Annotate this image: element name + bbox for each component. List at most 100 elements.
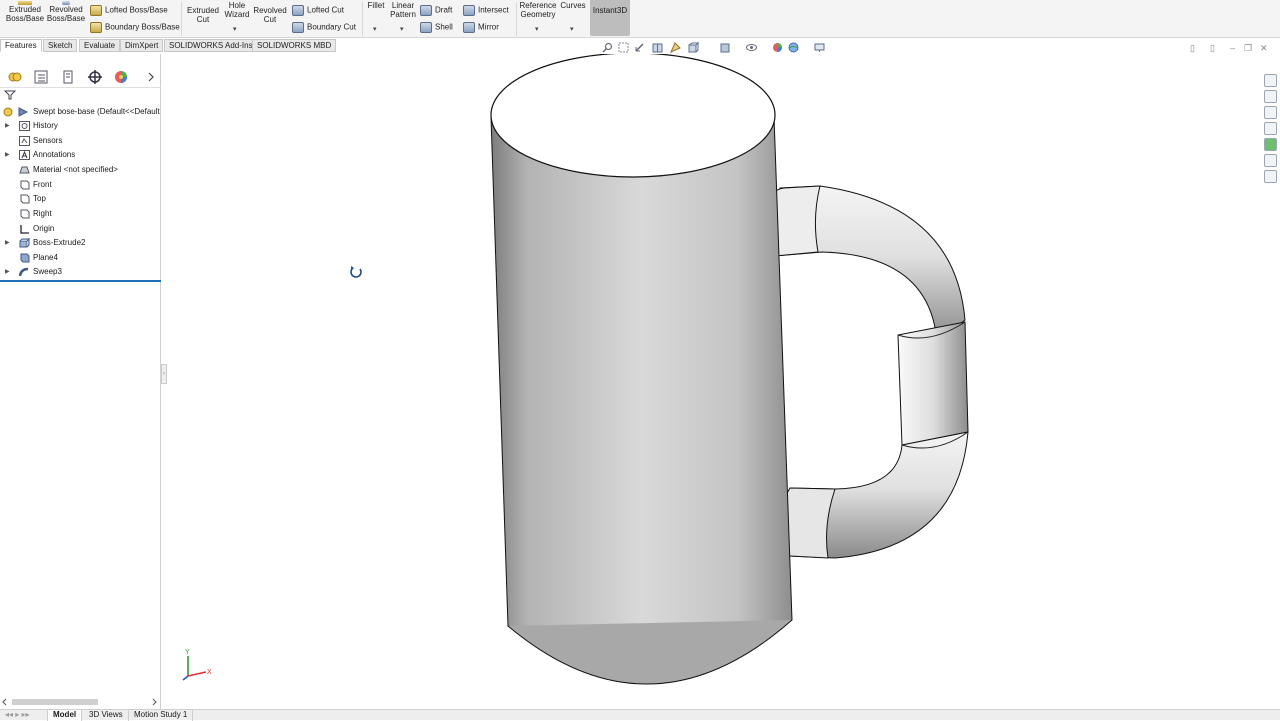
extruded-boss-button[interactable]: Extruded Boss/Base <box>4 1 46 23</box>
property-manager-icon[interactable] <box>33 69 49 85</box>
tab-sketch[interactable]: Sketch <box>43 39 78 52</box>
fillet-button[interactable]: Fillet <box>365 1 387 10</box>
intersect-button[interactable]: Intersect <box>463 5 509 16</box>
graphics-area[interactable] <box>162 54 1262 709</box>
curves-button[interactable]: Curves <box>559 1 587 10</box>
expand-arrow-icon[interactable]: ▶ <box>5 148 10 162</box>
curves-label: Curves <box>560 1 586 10</box>
view-orientation-icon[interactable] <box>688 42 699 53</box>
boundary-cut-icon <box>292 22 304 33</box>
revolved-boss-button[interactable]: Revolved Boss/Base <box>46 1 86 23</box>
tab-motion-study[interactable]: Motion Study 1 <box>129 710 194 721</box>
tab-scroll-arrows-icon[interactable]: ◂◂ ▸ ▸▸ <box>0 710 48 721</box>
tile-right-icon[interactable]: ▯ <box>1210 43 1215 54</box>
filter-icon[interactable] <box>4 90 16 100</box>
lofted-cut-button[interactable]: Lofted Cut <box>292 5 344 16</box>
tab-evaluate[interactable]: Evaluate <box>79 39 121 52</box>
display-manager-icon[interactable] <box>113 69 129 85</box>
hole-wizard-button[interactable]: Hole Wizard <box>221 1 253 19</box>
tab-model[interactable]: Model <box>48 710 83 721</box>
boundary-boss-icon <box>90 22 102 33</box>
reference-triad: Y X <box>182 649 212 681</box>
appearances-icon[interactable] <box>1264 138 1277 151</box>
tab-features[interactable]: Features <box>0 39 42 52</box>
tree-item-boss-extrude2[interactable]: ▶ Boss-Extrude2 <box>0 236 161 250</box>
tile-left-icon[interactable]: ▯ <box>1190 43 1195 54</box>
rollback-bar[interactable] <box>0 280 161 282</box>
mirror-button[interactable]: Mirror <box>463 22 499 33</box>
previous-view-icon[interactable] <box>634 42 645 53</box>
revolved-boss-label: Revolved Boss/Base <box>46 5 86 23</box>
lofted-boss-button[interactable]: Lofted Boss/Base <box>90 5 168 16</box>
file-explorer-icon[interactable] <box>1264 106 1277 119</box>
linear-pattern-dropdown-icon[interactable]: ▾ <box>400 25 404 33</box>
bottom-tab-bar: ◂◂ ▸ ▸▸ Model 3D Views Motion Study 1 <box>0 709 1280 721</box>
forum-icon[interactable] <box>1264 170 1277 183</box>
3d-parts-icon[interactable] <box>1264 90 1277 103</box>
tree-item-plane4[interactable]: Plane4 <box>0 251 161 265</box>
history-icon <box>19 121 30 131</box>
boss-extrude-icon <box>19 238 30 248</box>
task-pane-tabs <box>1262 70 1280 190</box>
view-settings-icon[interactable] <box>814 42 825 53</box>
expand-arrow-icon[interactable]: ▶ <box>5 236 10 250</box>
chevron-right-icon[interactable] <box>146 69 156 85</box>
boundary-boss-label: Boundary Boss/Base <box>105 22 180 32</box>
draft-button[interactable]: Draft <box>420 5 452 16</box>
plane-icon <box>20 209 30 219</box>
tree-item-sensors[interactable]: Sensors <box>0 134 161 148</box>
mug-handle[interactable] <box>764 185 969 559</box>
tab-3d-views[interactable]: 3D Views <box>84 710 129 721</box>
tree-item-history[interactable]: ▶ History <box>0 119 161 133</box>
instant3d-button[interactable]: Instant3D <box>590 0 630 36</box>
reference-geometry-label: Reference Geometry <box>519 1 557 19</box>
hide-show-icon[interactable] <box>746 42 757 53</box>
tree-root-part[interactable]: Swept bose-base (Default<<Default <box>0 105 161 119</box>
minimize-icon[interactable]: – <box>1230 43 1235 53</box>
custom-properties-icon[interactable] <box>1264 154 1277 167</box>
dimxpert-manager-icon[interactable] <box>87 69 103 85</box>
scene-icon[interactable] <box>788 42 799 53</box>
panel-horizontal-scrollbar[interactable] <box>0 696 161 708</box>
reference-geometry-dropdown-icon[interactable]: ▾ <box>535 25 539 33</box>
tree-item-origin[interactable]: Origin <box>0 222 161 236</box>
plane-icon <box>20 253 30 263</box>
search-icon[interactable] <box>602 42 613 53</box>
shell-button[interactable]: Shell <box>420 22 453 33</box>
reference-geometry-button[interactable]: Reference Geometry <box>519 1 557 19</box>
extruded-cut-button[interactable]: Extruded Cut <box>184 6 222 24</box>
tree-item-material[interactable]: Material <not specified> <box>0 163 161 177</box>
expand-arrow-icon[interactable]: ▶ <box>5 119 10 133</box>
mug-body[interactable] <box>490 54 793 685</box>
tree-item-right[interactable]: Right <box>0 207 161 221</box>
revolved-cut-button[interactable]: Revolved Cut <box>252 6 288 24</box>
dynamic-annotation-icon[interactable] <box>670 42 681 53</box>
tree-item-front[interactable]: Front <box>0 178 161 192</box>
hole-wizard-dropdown-icon[interactable]: ▾ <box>233 25 237 33</box>
mug-3d-model <box>490 54 969 685</box>
restore-icon[interactable]: ❐ <box>1244 43 1252 54</box>
linear-pattern-button[interactable]: Linear Pattern <box>388 1 418 19</box>
tab-solidworks-mbd[interactable]: SOLIDWORKS MBD <box>252 39 337 52</box>
scrollbar-thumb[interactable] <box>12 699 98 705</box>
tree-item-sweep3[interactable]: ▶ Sweep3 <box>0 265 161 279</box>
edit-appearance-icon[interactable] <box>772 42 783 53</box>
section-view-icon[interactable] <box>652 42 663 53</box>
curves-dropdown-icon[interactable]: ▾ <box>570 25 574 33</box>
configuration-manager-icon[interactable] <box>60 69 76 85</box>
tree-item-top[interactable]: Top <box>0 192 161 206</box>
home-icon[interactable] <box>1264 74 1277 87</box>
fillet-dropdown-icon[interactable]: ▾ <box>373 25 377 33</box>
tab-solidworks-add-ins[interactable]: SOLIDWORKS Add-Ins <box>164 39 258 52</box>
expand-arrow-icon[interactable]: ▶ <box>5 265 10 279</box>
feature-manager-icon[interactable] <box>7 69 23 85</box>
display-style-icon[interactable] <box>720 42 731 53</box>
command-manager-tabs: Features Sketch Evaluate DimXpert SOLIDW… <box>0 38 337 53</box>
view-palette-icon[interactable] <box>1264 122 1277 135</box>
boundary-boss-button[interactable]: Boundary Boss/Base <box>90 22 180 33</box>
boundary-cut-button[interactable]: Boundary Cut <box>292 22 356 33</box>
zoom-area-icon[interactable] <box>618 42 629 53</box>
close-icon[interactable]: ✕ <box>1260 43 1268 54</box>
tree-item-annotations[interactable]: ▶ Annotations <box>0 148 161 162</box>
tab-dimxpert[interactable]: DimXpert <box>120 39 164 52</box>
